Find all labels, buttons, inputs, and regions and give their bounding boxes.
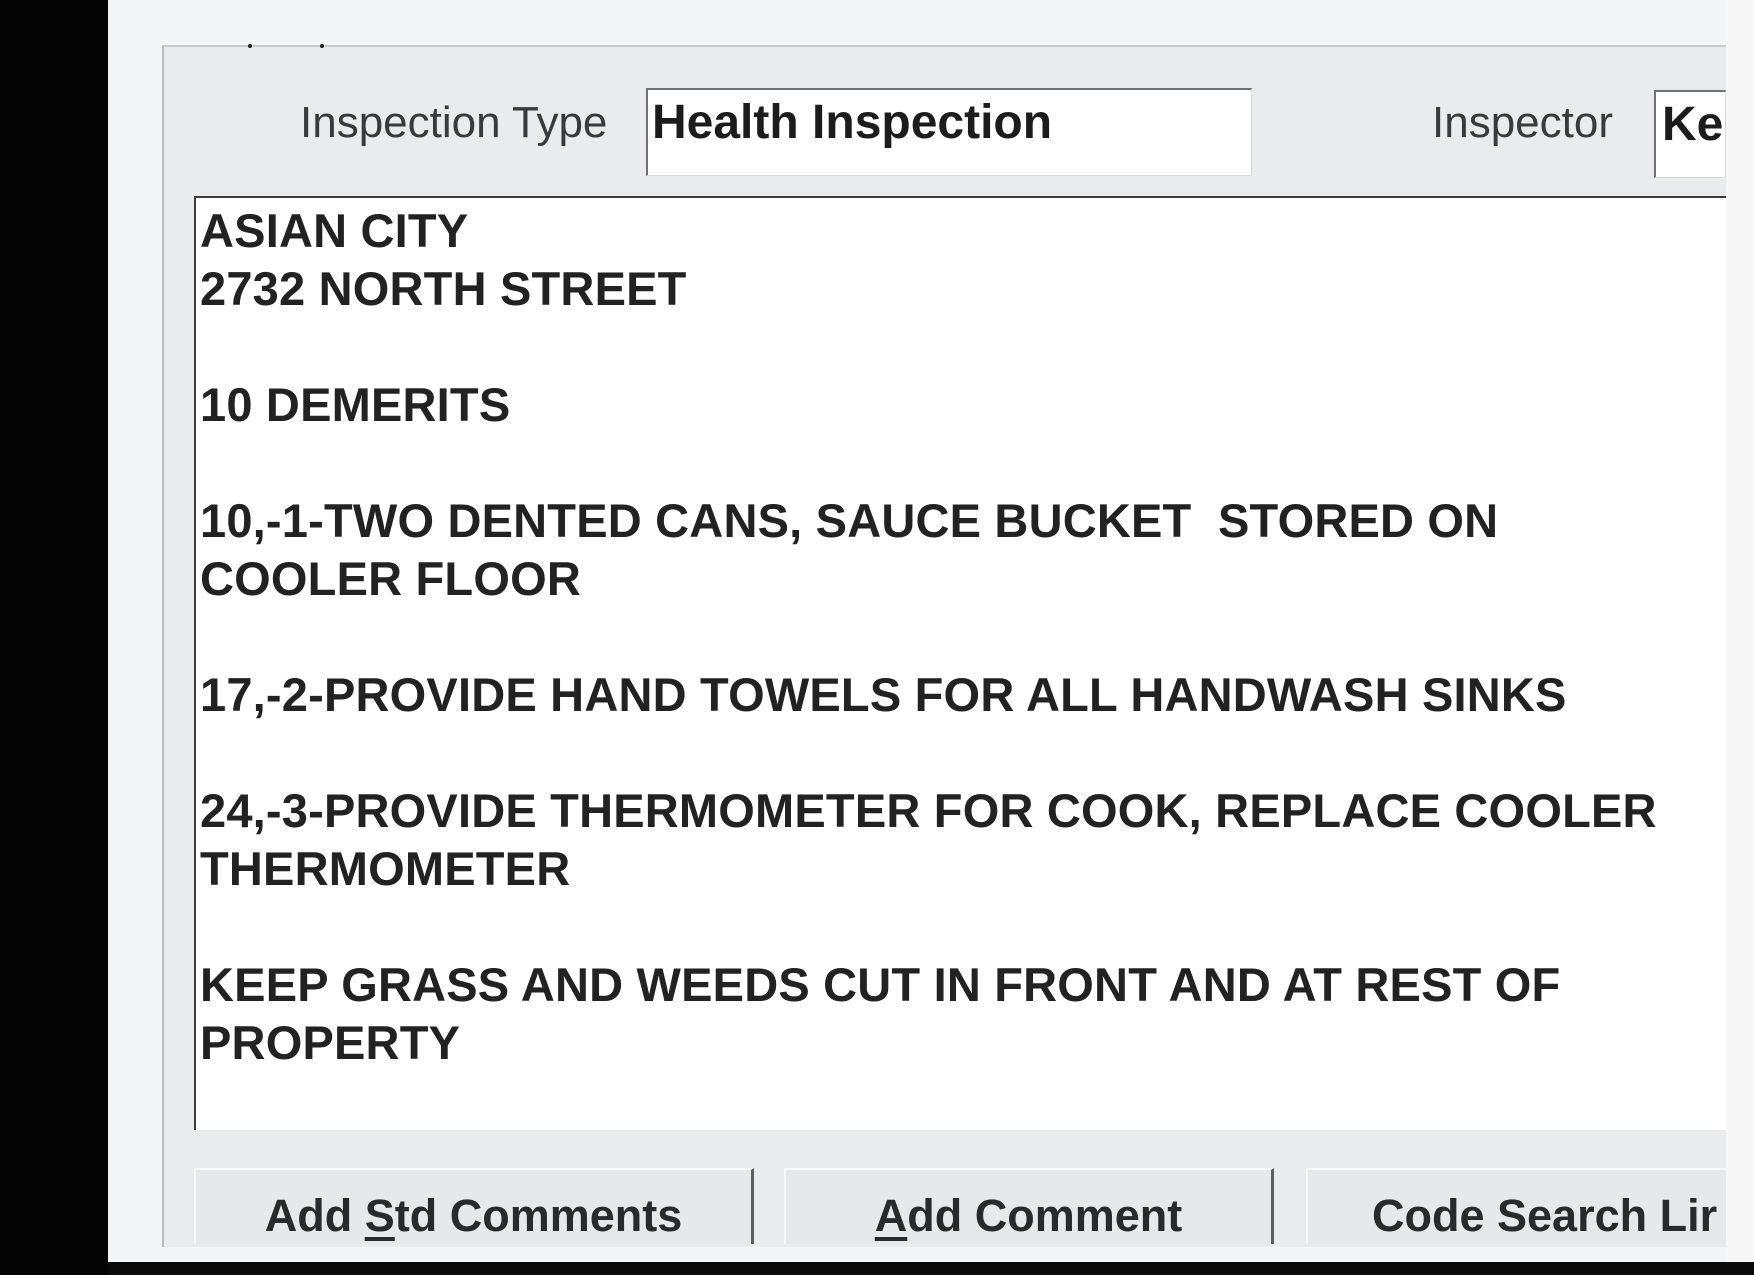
add-comment-label-post: dd Comment: [907, 1190, 1183, 1241]
scan-black-margin-bottom: [108, 1262, 1754, 1275]
comment-line: [200, 434, 1726, 492]
add-comment-button[interactable]: Add Comment: [784, 1168, 1274, 1244]
comment-line: PROPERTY: [200, 1016, 461, 1069]
comment-line: [200, 608, 1726, 666]
add-comment-mnemonic: A: [874, 1190, 908, 1241]
code-search-label: Code Search Lir: [1372, 1190, 1718, 1241]
comments-textarea[interactable]: ASIAN CITY 2732 NORTH STREET 10 DEMERITS …: [194, 196, 1726, 1130]
inspection-type-label: Inspection Type: [300, 98, 608, 147]
code-search-button[interactable]: Code Search Lir: [1306, 1168, 1726, 1244]
add-std-comments-label-post: td Comments: [394, 1190, 683, 1241]
comment-line: 10 DEMERITS: [200, 378, 511, 431]
comment-line: 10,-1-TWO DENTED CANS, SAUCE BUCKET STOR…: [200, 494, 1499, 547]
comment-line: [200, 318, 1726, 376]
inspector-field[interactable]: Ke: [1654, 90, 1726, 178]
comment-line: ASIAN CITY: [200, 204, 469, 257]
comments-text: ASIAN CITY 2732 NORTH STREET 10 DEMERITS …: [200, 202, 1726, 1072]
comment-line: KEEP GRASS AND WEEDS CUT IN FRONT AND AT…: [200, 958, 1561, 1011]
speck: [320, 44, 324, 48]
inspection-type-field[interactable]: Health Inspection: [646, 88, 1252, 176]
inspector-label: Inspector: [1432, 98, 1613, 147]
comment-line: [200, 724, 1726, 782]
comment-line: 24,-3-PROVIDE THERMOMETER FOR COOK, REPL…: [200, 784, 1657, 837]
comment-line: THERMOMETER: [200, 842, 571, 895]
add-std-comments-mnemonic: S: [364, 1190, 395, 1241]
speck: [248, 44, 252, 48]
comment-line: COOLER FLOOR: [200, 552, 581, 605]
comment-line: 2732 NORTH STREET: [200, 262, 687, 315]
add-std-comments-label-pre: Add: [264, 1190, 365, 1241]
page-right-edge: [1726, 0, 1754, 1262]
comment-line: 17,-2-PROVIDE HAND TOWELS FOR ALL HANDWA…: [200, 668, 1567, 721]
add-std-comments-button[interactable]: Add Std Comments: [194, 1168, 754, 1244]
scan-black-margin-left: [0, 0, 108, 1275]
comment-line: [200, 898, 1726, 956]
